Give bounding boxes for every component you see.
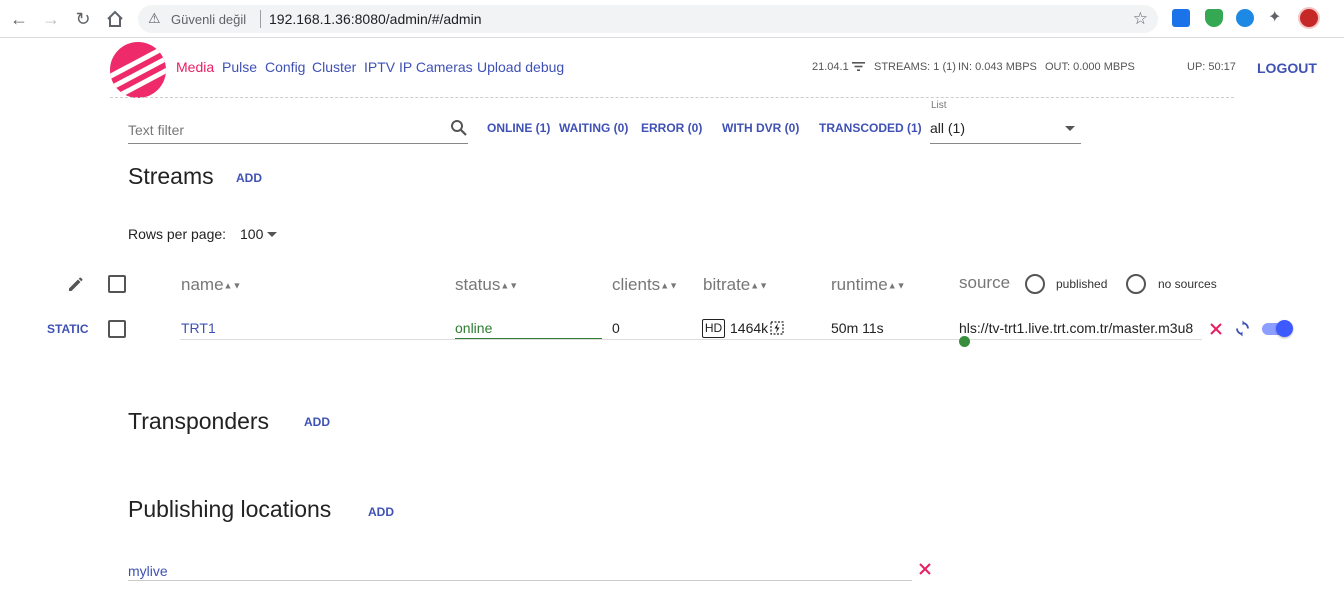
logo[interactable] <box>110 42 166 98</box>
nav-cluster[interactable]: Cluster <box>312 59 356 75</box>
online-indicator <box>959 336 970 347</box>
browser-toolbar: ← → ↻ ⚠ Güvenli değil 192.168.1.36:8080/… <box>0 0 1344 38</box>
search-icon[interactable] <box>450 119 468 137</box>
select-all-checkbox[interactable] <box>108 275 126 293</box>
column-status[interactable]: status▲▼ <box>455 275 518 295</box>
source-published-label[interactable]: published <box>1056 277 1107 291</box>
column-name[interactable]: name▲▼ <box>181 275 241 295</box>
nav-config[interactable]: Config <box>265 59 305 75</box>
stream-runtime: 50m 11s <box>831 320 884 336</box>
stream-source: hls://tv-trt1.live.trt.com.tr/master.m3u… <box>959 320 1194 336</box>
source-no-sources-radio[interactable] <box>1126 274 1146 294</box>
omnibox-divider <box>260 10 261 28</box>
add-stream-button[interactable]: ADD <box>236 171 262 185</box>
uptime: UP: 50:17 <box>1187 61 1236 73</box>
delete-icon[interactable] <box>918 562 932 576</box>
home-icon[interactable] <box>104 8 126 30</box>
restart-icon[interactable] <box>1234 320 1251 337</box>
header-divider <box>110 97 1234 98</box>
bookmark-star-icon[interactable]: ☆ <box>1133 9 1148 29</box>
version-label: 21.04.1 <box>812 61 849 73</box>
shield-extension-icon[interactable] <box>1205 9 1223 27</box>
column-name-label: name <box>181 275 224 294</box>
logout-button[interactable]: LOGOUT <box>1257 60 1317 76</box>
transcode-icon <box>770 321 784 335</box>
filter-online[interactable]: ONLINE (1) <box>487 121 550 135</box>
stream-clients: 0 <box>612 320 620 336</box>
column-clients[interactable]: clients▲▼ <box>612 275 678 295</box>
url-text[interactable]: 192.168.1.36:8080/admin/#/admin <box>269 11 482 27</box>
puzzle-icon[interactable]: ✦ <box>1268 9 1286 27</box>
back-arrow-icon[interactable]: ← <box>8 8 30 30</box>
filter-error[interactable]: ERROR (0) <box>641 121 702 135</box>
avatar[interactable] <box>1298 7 1320 29</box>
source-no-sources-label[interactable]: no sources <box>1158 277 1217 291</box>
nav-pulse[interactable]: Pulse <box>222 59 257 75</box>
row-divider <box>180 339 1202 340</box>
add-transponder-button[interactable]: ADD <box>304 415 330 429</box>
warning-icon[interactable]: ⚠ <box>148 10 161 27</box>
dropdown-caret-icon <box>1065 126 1075 131</box>
rows-per-page-select[interactable]: 100 <box>240 226 263 242</box>
filter-waiting[interactable]: WAITING (0) <box>559 121 628 135</box>
filter-with-dvr[interactable]: WITH DVR (0) <box>722 121 799 135</box>
column-runtime-label: runtime <box>831 275 888 294</box>
stream-type-badge: STATIC <box>47 322 89 336</box>
list-label: List <box>931 100 947 111</box>
dropdown-caret-icon[interactable] <box>267 232 277 237</box>
publishing-title: Publishing locations <box>128 496 332 522</box>
source-published-radio[interactable] <box>1025 274 1045 294</box>
hd-badge: HD <box>702 319 725 338</box>
reload-icon[interactable]: ↻ <box>72 8 94 30</box>
list-value: all (1) <box>930 120 966 136</box>
publishing-divider <box>128 580 912 581</box>
column-source: source <box>959 273 1011 292</box>
filter-list-icon[interactable] <box>852 61 865 72</box>
input-bandwidth: IN: 0.043 MBPS <box>958 61 1037 73</box>
publishing-location-link[interactable]: mylive <box>128 563 168 579</box>
stream-bitrate: 1464k <box>730 320 769 336</box>
filter-transcoded[interactable]: TRANSCODED (1) <box>819 121 922 135</box>
column-bitrate[interactable]: bitrate▲▼ <box>703 275 768 295</box>
nav-ip-cameras[interactable]: IP Cameras <box>399 59 473 75</box>
list-select[interactable]: all (1) <box>930 114 1081 144</box>
streams-count: STREAMS: 1 (1) <box>874 61 956 73</box>
sort-icon: ▲▼ <box>223 280 242 291</box>
status-underline <box>455 338 602 339</box>
text-filter-input[interactable] <box>128 116 468 144</box>
rows-per-page-label: Rows per page: <box>128 226 227 242</box>
transponders-title: Transponders <box>128 408 270 434</box>
sort-icon: ▲▼ <box>887 280 906 291</box>
column-bitrate-label: bitrate <box>703 275 751 294</box>
sort-icon: ▲▼ <box>660 280 679 291</box>
enable-toggle-knob[interactable] <box>1276 320 1293 337</box>
output-bandwidth: OUT: 0.000 MBPS <box>1045 61 1135 73</box>
edit-pencil-icon[interactable] <box>66 274 86 294</box>
forward-arrow-icon[interactable]: → <box>40 8 62 30</box>
security-label[interactable]: Güvenli değil <box>171 12 246 27</box>
nav-upload-debug[interactable]: Upload debug <box>477 59 564 75</box>
delete-icon[interactable] <box>1209 322 1223 336</box>
address-bar[interactable]: ⚠ Güvenli değil 192.168.1.36:8080/admin/… <box>138 5 1158 33</box>
column-status-label: status <box>455 275 501 294</box>
sort-icon: ▲▼ <box>750 280 769 291</box>
nav-media[interactable]: Media <box>176 59 214 75</box>
sort-icon: ▲▼ <box>500 280 519 291</box>
stream-status: online <box>455 320 493 336</box>
stream-name-link[interactable]: TRT1 <box>181 320 216 336</box>
streams-title: Streams <box>128 163 214 189</box>
column-clients-label: clients <box>612 275 661 294</box>
extension-icon[interactable] <box>1172 9 1190 27</box>
nav-iptv[interactable]: IPTV <box>364 59 395 75</box>
add-publishing-button[interactable]: ADD <box>368 505 394 519</box>
globe-extension-icon[interactable] <box>1236 9 1254 27</box>
row-checkbox[interactable] <box>108 320 126 338</box>
column-runtime[interactable]: runtime▲▼ <box>831 275 906 295</box>
